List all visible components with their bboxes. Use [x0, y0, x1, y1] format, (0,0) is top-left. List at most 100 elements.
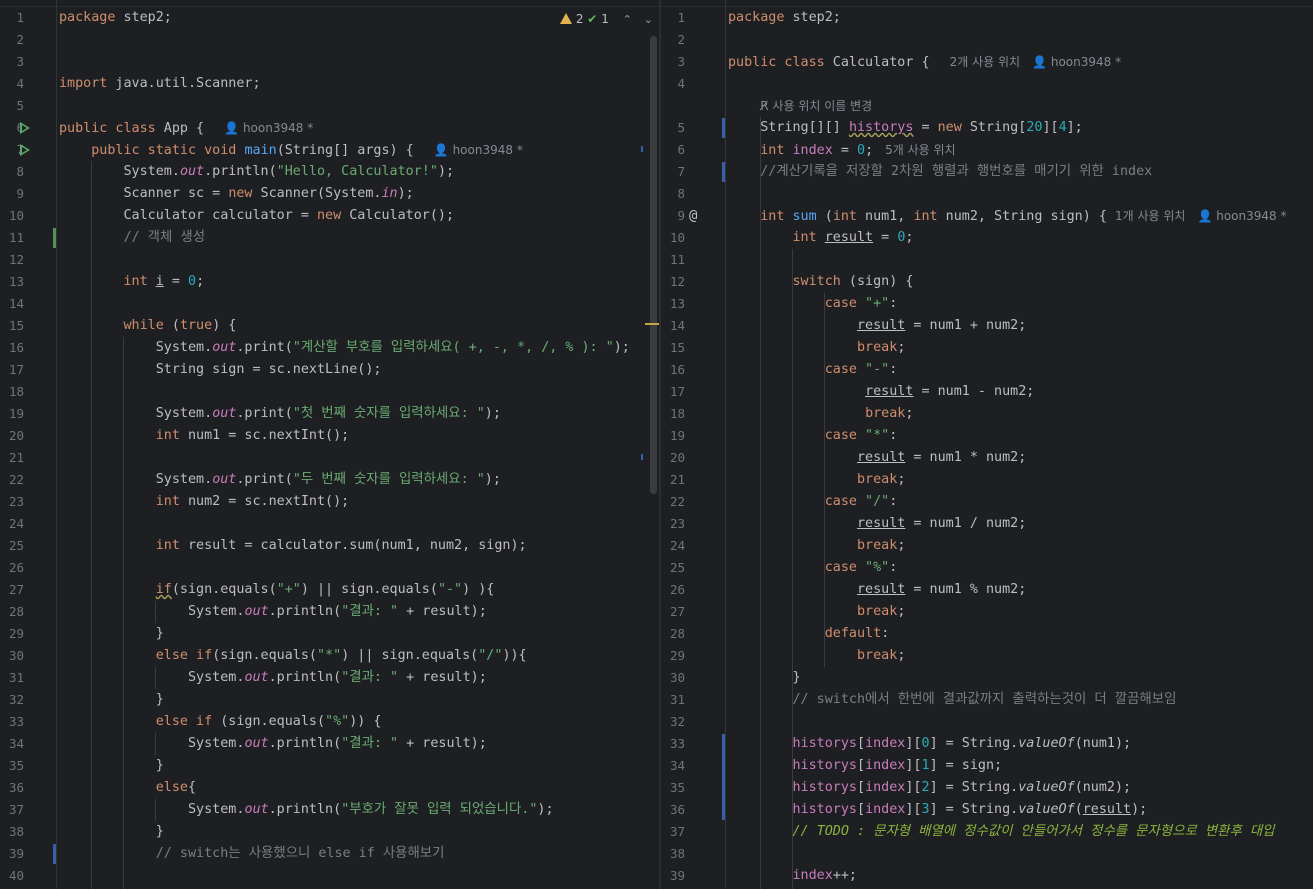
code-content[interactable]: else if(sign.equals("*") || sign.equals(…	[59, 645, 527, 667]
code-line[interactable]: 24 break;	[661, 535, 1313, 557]
code-content[interactable]: System.out.println("부호가 잘못 입력 되었습니다.");	[59, 799, 554, 821]
code-line[interactable]: 6 public class App { 👤 hoon3948 *	[0, 117, 659, 139]
code-line[interactable]: 19 case "*":	[661, 425, 1313, 447]
code-line[interactable]: 11 // 객체 생성	[0, 227, 659, 249]
code-line[interactable]: 1 package step2;	[661, 7, 1313, 29]
code-content[interactable]: int result = calculator.sum(num1, num2, …	[59, 535, 527, 557]
code-content[interactable]: case "/":	[728, 491, 898, 513]
code-line[interactable]: 37 System.out.println("부호가 잘못 입력 되었습니다."…	[0, 799, 659, 821]
code-content[interactable]: public static void main(String[] args) {…	[59, 139, 523, 162]
code-content[interactable]: //계산기록을 저장할 2차원 행렬과 행번호를 매기기 위한 index	[728, 161, 1152, 183]
code-content[interactable]: }	[59, 623, 164, 645]
author-hint[interactable]: 👤 hoon3948 *	[1197, 209, 1286, 223]
code-line[interactable]: 5	[0, 95, 659, 117]
code-line[interactable]: 34 System.out.println("결과: " + result);	[0, 733, 659, 755]
code-content[interactable]: break;	[728, 601, 905, 623]
code-line[interactable]: 7 public static void main(String[] args)…	[0, 139, 659, 161]
code-content[interactable]: System.out.println("결과: " + result);	[59, 733, 487, 755]
code-content[interactable]: System.out.println("Hello, Calculator!")…	[59, 161, 455, 183]
code-line[interactable]: 20 result = num1 * num2;	[661, 447, 1313, 469]
code-content[interactable]: int num1 = sc.nextInt();	[59, 425, 350, 447]
code-content[interactable]: break;	[728, 403, 913, 425]
code-line[interactable]: 8 System.out.println("Hello, Calculator!…	[0, 161, 659, 183]
code-content[interactable]: break;	[728, 535, 905, 557]
code-line[interactable]: 30 else if(sign.equals("*") || sign.equa…	[0, 645, 659, 667]
code-line[interactable]: 33 historys[index][0] = String.valueOf(n…	[661, 733, 1313, 755]
code-content[interactable]: int sum (int num1, int num2, String sign…	[728, 205, 1286, 228]
code-content[interactable]: public class Calculator { 2개 사용 위치 👤 hoon…	[728, 51, 1121, 74]
code-line[interactable]: 26 result = num1 % num2;	[661, 579, 1313, 601]
code-content[interactable]: historys[index][2] = String.valueOf(num2…	[728, 777, 1132, 799]
code-content[interactable]: System.out.print("계산할 부호를 입력하세요( +, -, *…	[59, 337, 630, 359]
code-line[interactable]: 19 System.out.print("첫 번째 숫자를 입력하세요: ");	[0, 403, 659, 425]
code-content[interactable]: String sign = sc.nextLine();	[59, 359, 382, 381]
override-at-icon[interactable]: @	[689, 205, 697, 227]
code-content[interactable]: if(sign.equals("+") || sign.equals("-") …	[59, 579, 495, 601]
code-line[interactable]: 8	[661, 183, 1313, 205]
code-line[interactable]: 28 System.out.println("결과: " + result);	[0, 601, 659, 623]
code-line[interactable]: 39 // switch는 사용했으니 else if 사용해보기	[0, 843, 659, 865]
code-line[interactable]: 38 }	[0, 821, 659, 843]
code-line[interactable]: 15 break;	[661, 337, 1313, 359]
left-editor-pane[interactable]: 2 ✔ 1 ⌃ ⌄ 1 package step2; 2 3 4 import ja…	[0, 0, 659, 889]
code-content[interactable]: switch (sign) {	[728, 271, 914, 293]
code-content[interactable]: index++;	[728, 865, 858, 887]
code-content[interactable]: }	[59, 689, 164, 711]
code-content[interactable]: default:	[728, 623, 890, 645]
code-line[interactable]: 20 int num1 = sc.nextInt();	[0, 425, 659, 447]
code-line[interactable]: 30 }	[661, 667, 1313, 689]
code-line[interactable]: 11	[661, 249, 1313, 271]
code-line[interactable]: 18 break;	[661, 403, 1313, 425]
code-line[interactable]: 15 while (true) {	[0, 315, 659, 337]
code-line[interactable]: 35 historys[index][2] = String.valueOf(n…	[661, 777, 1313, 799]
code-line[interactable]: 24	[0, 513, 659, 535]
code-content[interactable]: int i = 0;	[59, 271, 205, 293]
code-line[interactable]: 1 package step2;	[0, 7, 659, 29]
code-line[interactable]: 32 }	[0, 689, 659, 711]
code-line[interactable]: 27 break;	[661, 601, 1313, 623]
code-content[interactable]: break;	[728, 337, 905, 359]
code-line[interactable]: 10 int result = 0;	[661, 227, 1313, 249]
code-content[interactable]: package step2;	[728, 7, 841, 29]
code-content[interactable]: System.out.println("결과: " + result);	[59, 601, 487, 623]
rename-usages-hint[interactable]: R̸ 사용 위치 이름 변경	[760, 99, 872, 113]
run-gutter-icon[interactable]	[20, 122, 30, 134]
code-content[interactable]: R̸ 사용 위치 이름 변경	[728, 95, 872, 118]
code-content[interactable]: break;	[728, 469, 905, 491]
code-line[interactable]: 14	[0, 293, 659, 315]
code-content[interactable]: // switch는 사용했으니 else if 사용해보기	[59, 843, 445, 865]
code-line[interactable]: 35 }	[0, 755, 659, 777]
author-hint[interactable]: 👤 hoon3948 *	[224, 121, 313, 135]
code-line[interactable]: 4	[661, 73, 1313, 95]
code-content[interactable]: result = num1 * num2;	[728, 447, 1026, 469]
code-line[interactable]: 38	[661, 843, 1313, 865]
code-content[interactable]: break;	[728, 645, 905, 667]
code-line[interactable]: 29 }	[0, 623, 659, 645]
code-content[interactable]: // TODO : 문자형 배열에 정수값이 안들어가서 정수를 문자형으로 변…	[728, 821, 1275, 843]
code-line[interactable]: 33 else if (sign.equals("%")) {	[0, 711, 659, 733]
code-line[interactable]: 9 Scanner sc = new Scanner(System.in);	[0, 183, 659, 205]
code-line[interactable]: 23 int num2 = sc.nextInt();	[0, 491, 659, 513]
code-line[interactable]: 31 // switch에서 한번에 결과값까지 출력하는것이 더 깔끔해보임	[661, 689, 1313, 711]
code-line[interactable]: 21	[0, 447, 659, 469]
code-content[interactable]: result = num1 / num2;	[728, 513, 1026, 535]
code-content[interactable]: result = num1 % num2;	[728, 579, 1026, 601]
code-content[interactable]: while (true) {	[59, 315, 237, 337]
usages-hint[interactable]: 5개 사용 위치	[885, 143, 955, 157]
code-content[interactable]: historys[index][3] = String.valueOf(resu…	[728, 799, 1148, 821]
usages-hint[interactable]: 1개 사용 위치	[1115, 209, 1185, 223]
code-line[interactable]: 2	[661, 29, 1313, 51]
code-content[interactable]: int result = 0;	[728, 227, 914, 249]
code-content[interactable]: // 객체 생성	[59, 227, 206, 249]
code-content[interactable]: String[][] historys = new String[20][4];	[728, 117, 1083, 139]
code-line[interactable]: 29 break;	[661, 645, 1313, 667]
code-line[interactable]: 36 else{	[0, 777, 659, 799]
author-hint[interactable]: 👤 hoon3948 *	[434, 143, 523, 157]
code-line[interactable]: 36 historys[index][3] = String.valueOf(r…	[661, 799, 1313, 821]
code-line[interactable]: 21 break;	[661, 469, 1313, 491]
code-line[interactable]: 27 if(sign.equals("+") || sign.equals("-…	[0, 579, 659, 601]
code-line[interactable]: 16 case "-":	[661, 359, 1313, 381]
code-content[interactable]: import java.util.Scanner;	[59, 73, 261, 95]
code-content[interactable]: System.out.print("첫 번째 숫자를 입력하세요: ");	[59, 403, 501, 425]
code-line[interactable]: 31 System.out.println("결과: " + result);	[0, 667, 659, 689]
